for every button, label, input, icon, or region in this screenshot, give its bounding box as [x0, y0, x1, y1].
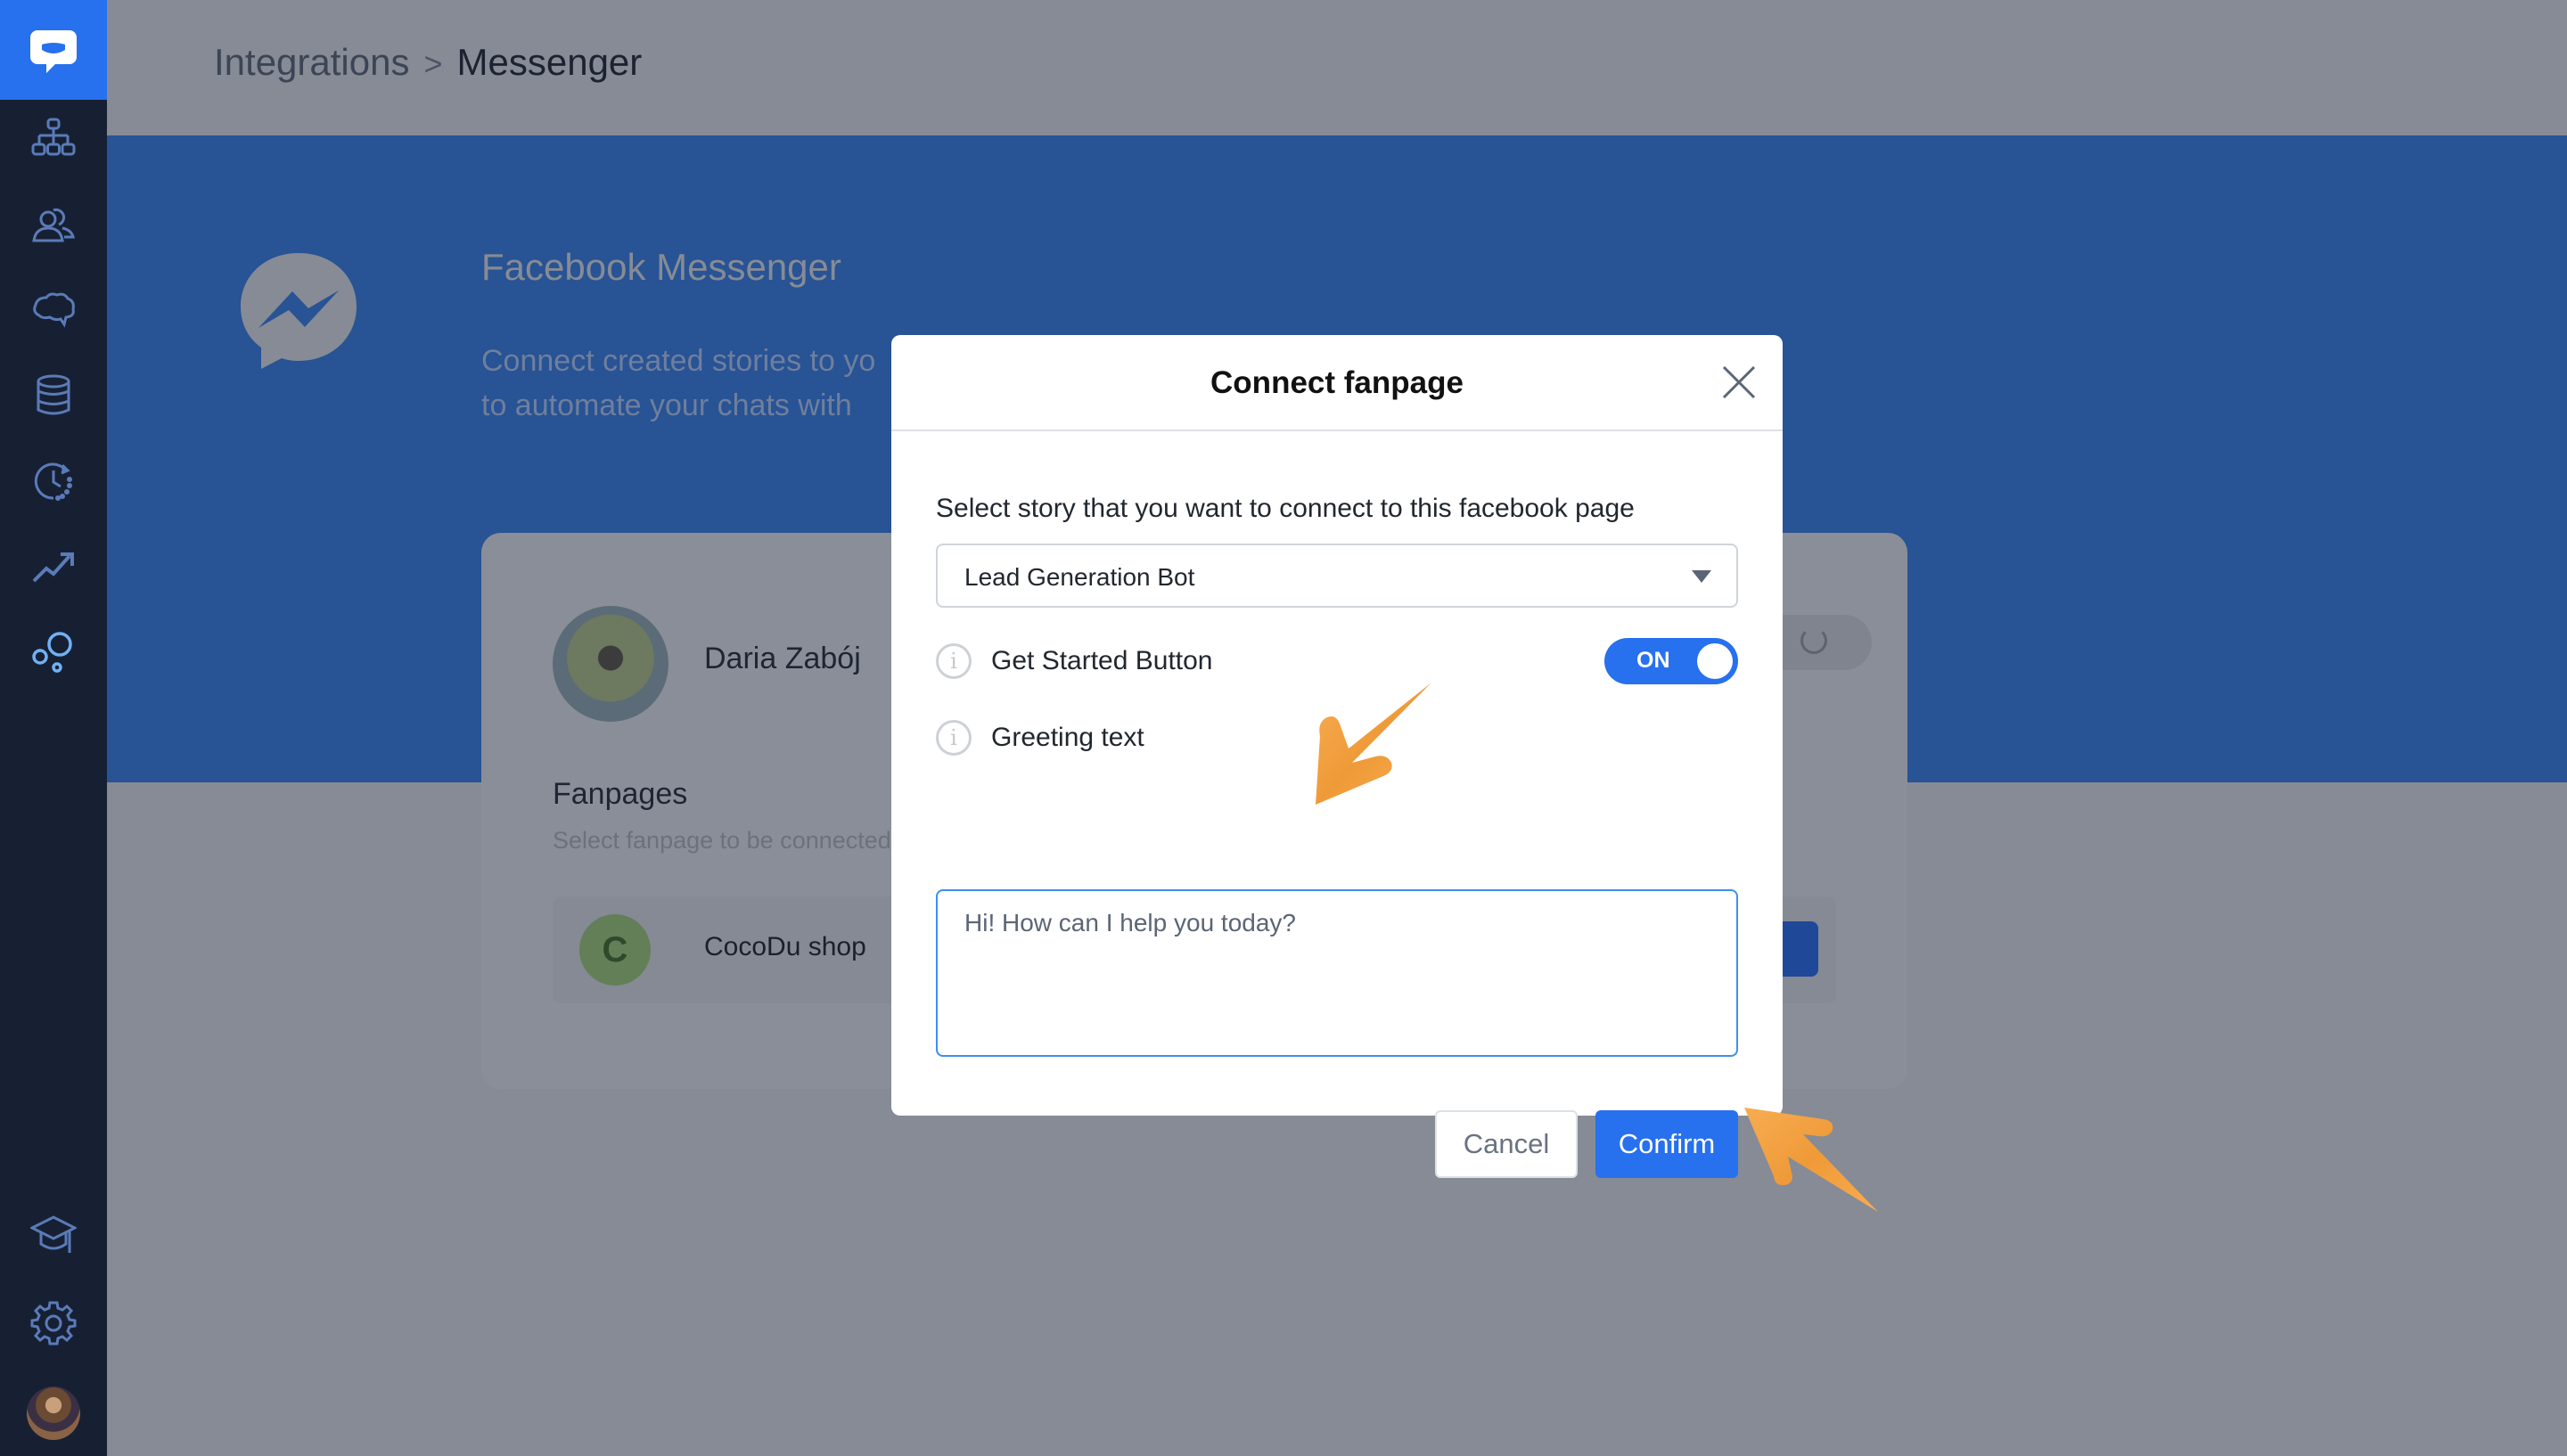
breadcrumb-integrations[interactable]: Integrations — [214, 41, 409, 84]
toggle-knob — [1697, 643, 1733, 679]
messenger-icon — [241, 253, 357, 369]
sidebar-item-training[interactable] — [27, 283, 80, 337]
greeting-label: Greeting text — [991, 723, 1144, 752]
sidebar-item-users[interactable] — [27, 198, 80, 251]
sidebar-item-academy[interactable] — [27, 1210, 80, 1264]
bubbles-icon — [32, 632, 72, 673]
clock-history-icon — [34, 462, 72, 501]
top-bar: Integrations > Messenger — [107, 0, 2567, 135]
sidebar — [0, 0, 107, 1456]
info-icon[interactable]: i — [936, 720, 972, 756]
fanpages-title: Fanpages — [553, 777, 688, 811]
breadcrumb-separator: > — [423, 45, 443, 82]
users-icon — [32, 208, 75, 242]
sidebar-item-integrations[interactable] — [27, 626, 80, 679]
story-select-value: Lead Generation Bot — [964, 563, 1195, 591]
sidebar-item-stories[interactable] — [27, 112, 80, 166]
breadcrumb: Integrations > Messenger — [214, 41, 642, 84]
sidebar-item-data[interactable] — [27, 369, 80, 422]
get-started-row: i Get Started Button ON — [936, 638, 1738, 684]
fanpage-avatar: C — [579, 914, 651, 986]
brain-icon — [33, 292, 75, 328]
gear-icon — [30, 1301, 77, 1346]
trending-icon — [32, 552, 74, 583]
get-started-label: Get Started Button — [991, 646, 1213, 675]
hierarchy-icon — [31, 118, 76, 156]
story-select-label: Select story that you want to connect to… — [936, 494, 1635, 523]
annotation-arrow-icon — [1744, 1108, 1878, 1212]
sidebar-item-reports[interactable] — [27, 540, 80, 593]
cancel-button[interactable]: Cancel — [1435, 1110, 1578, 1178]
caret-down-icon — [1692, 570, 1711, 583]
fanpages-subtitle: Select fanpage to be connected — [553, 827, 891, 854]
power-icon — [1800, 627, 1827, 654]
toggle-state: ON — [1636, 648, 1670, 673]
modal-title: Connect fanpage — [1210, 365, 1464, 400]
chatbot-logo-icon — [30, 30, 77, 73]
greeting-text-input[interactable] — [936, 889, 1738, 1057]
close-icon[interactable] — [1720, 364, 1758, 401]
story-select[interactable]: Lead Generation Bot — [936, 544, 1738, 608]
greeting-row: i Greeting text — [936, 715, 1738, 761]
get-started-toggle[interactable]: ON — [1604, 638, 1738, 684]
profile-avatar[interactable] — [27, 1386, 80, 1440]
database-icon — [37, 374, 70, 415]
account-avatar — [553, 606, 668, 722]
sidebar-item-settings[interactable] — [27, 1296, 80, 1349]
modal-header: Connect fanpage — [891, 335, 1783, 431]
connect-fanpage-modal: Connect fanpage Select story that you wa… — [891, 335, 1783, 1178]
account-name: Daria Zabój — [704, 642, 861, 675]
fanpage-name: CocoDu shop — [704, 932, 866, 961]
sidebar-item-history[interactable] — [27, 454, 80, 508]
graduation-cap-icon — [30, 1215, 77, 1253]
app-logo[interactable] — [0, 0, 107, 100]
breadcrumb-messenger: Messenger — [456, 41, 643, 83]
info-icon[interactable]: i — [936, 643, 972, 679]
confirm-button[interactable]: Confirm — [1595, 1110, 1738, 1178]
banner-title: Facebook Messenger — [481, 246, 841, 288]
